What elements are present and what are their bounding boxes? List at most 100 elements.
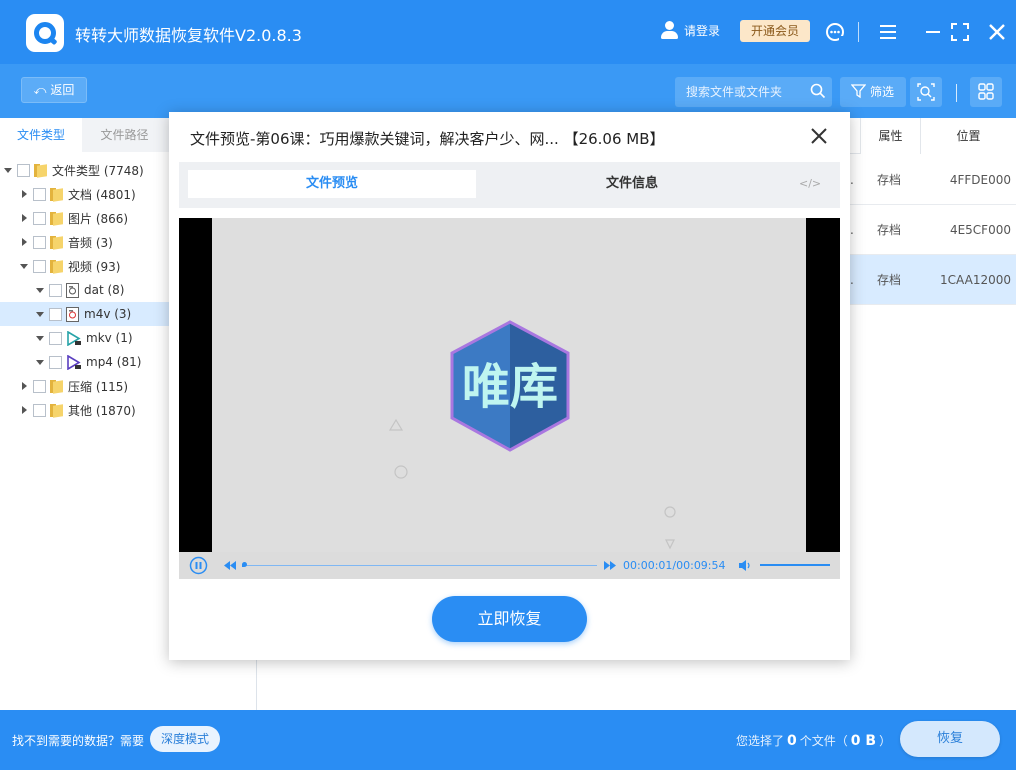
folder-icon bbox=[50, 379, 64, 394]
tree-item-label: 文件类型 (7748) bbox=[52, 163, 144, 178]
folder-icon bbox=[50, 403, 64, 418]
column-attr[interactable]: 属性 bbox=[860, 118, 920, 154]
cell-attr: 存档 bbox=[877, 223, 902, 237]
tree-item-label: 图片 (866) bbox=[68, 211, 129, 226]
vip-button[interactable]: 开通会员 bbox=[740, 20, 810, 42]
expand-right-icon[interactable] bbox=[19, 189, 29, 199]
video-frame: 唯库 bbox=[212, 218, 806, 552]
fast-forward-icon[interactable] bbox=[603, 560, 617, 571]
preview-tabs: 文件预览 文件信息 </> bbox=[179, 162, 840, 208]
tree-checkbox[interactable] bbox=[17, 163, 30, 177]
video-player[interactable]: 唯库 bbox=[179, 218, 840, 552]
folder-icon bbox=[50, 211, 64, 226]
preview-dialog: 文件预览-第06课：巧用爆款关键词，解决客户少、网... 【26.06 MB】 … bbox=[169, 112, 850, 660]
recover-now-button[interactable]: 立即恢复 bbox=[432, 596, 587, 642]
tab-file-type[interactable]: 文件类型 bbox=[0, 118, 82, 152]
time-display: 00:00:01/00:09:54 bbox=[623, 559, 726, 572]
scan-search-button[interactable] bbox=[910, 77, 942, 107]
tree-checkbox[interactable] bbox=[49, 307, 62, 321]
app-title: 转转大师数据恢复软件V2.0.8.3 bbox=[75, 26, 302, 45]
app-logo-icon bbox=[26, 14, 64, 52]
cell-location: 4FFDE000 bbox=[949, 173, 1011, 187]
login-label: 请登录 bbox=[684, 23, 721, 38]
expand-down-icon[interactable] bbox=[3, 165, 13, 175]
tab-file-preview[interactable]: 文件预览 bbox=[188, 170, 476, 198]
cell-attr: 存档 bbox=[877, 173, 902, 187]
search-input[interactable] bbox=[675, 77, 832, 107]
column-location[interactable]: 位置 bbox=[920, 118, 1016, 154]
progress-knob[interactable] bbox=[242, 562, 247, 567]
tree-item-label: 文档 (4801) bbox=[68, 187, 136, 202]
cell-location: 1CAA12000 bbox=[940, 273, 1011, 287]
volume-fill bbox=[760, 564, 830, 566]
watermark-text: 唯库 bbox=[462, 359, 558, 415]
cell-dot: . bbox=[850, 223, 854, 237]
cell-attr: 存档 bbox=[877, 273, 902, 287]
selected-size: 0 B bbox=[850, 733, 877, 749]
dialog-title: 文件预览-第06课：巧用爆款关键词，解决客户少、网... 【26.06 MB】 bbox=[190, 130, 665, 148]
maximize-icon[interactable] bbox=[949, 21, 971, 43]
tree-checkbox[interactable] bbox=[33, 235, 46, 249]
expand-down-icon[interactable] bbox=[19, 261, 29, 271]
expand-down-icon[interactable] bbox=[35, 309, 45, 319]
video-watermark-logo: 唯库 bbox=[388, 320, 676, 550]
scan-search-icon bbox=[917, 83, 935, 101]
close-icon[interactable] bbox=[986, 21, 1008, 43]
back-button[interactable]: ⤺ 返回 bbox=[21, 77, 87, 103]
selected-count: 0 bbox=[787, 733, 797, 749]
m4v-file-icon bbox=[66, 306, 79, 322]
code-view-icon[interactable]: </> bbox=[799, 170, 821, 198]
tab-file-info[interactable]: 文件信息 bbox=[488, 170, 776, 198]
folder-icon bbox=[34, 163, 48, 178]
volume-icon[interactable] bbox=[738, 559, 752, 572]
tree-checkbox[interactable] bbox=[49, 355, 62, 369]
tree-item-label: 压缩 (115) bbox=[68, 379, 129, 394]
pause-icon[interactable] bbox=[189, 556, 208, 575]
tree-item-label: m4v (3) bbox=[84, 307, 132, 321]
user-icon bbox=[660, 21, 678, 39]
expand-right-icon[interactable] bbox=[19, 213, 29, 223]
expand-down-icon[interactable] bbox=[35, 357, 45, 367]
selection-info: 您选择了 0 个文件（ 0 B） bbox=[736, 733, 892, 749]
tree-checkbox[interactable] bbox=[49, 331, 62, 345]
tree-checkbox[interactable] bbox=[33, 259, 46, 273]
cell-location: 4E5CF000 bbox=[949, 223, 1011, 237]
menu-icon[interactable] bbox=[877, 21, 899, 43]
folder-icon bbox=[50, 187, 64, 202]
customer-service-icon[interactable] bbox=[824, 21, 846, 43]
grid-view-button[interactable] bbox=[970, 77, 1002, 107]
tree-checkbox[interactable] bbox=[49, 283, 62, 297]
tree-checkbox[interactable] bbox=[33, 187, 46, 201]
grid-view-icon bbox=[978, 83, 994, 100]
deep-mode-button[interactable]: 深度模式 bbox=[150, 726, 220, 752]
login-button[interactable]: 请登录 bbox=[660, 21, 720, 39]
minimize-icon[interactable] bbox=[922, 21, 944, 43]
expand-right-icon[interactable] bbox=[19, 237, 29, 247]
expand-right-icon[interactable] bbox=[19, 381, 29, 391]
search-icon[interactable] bbox=[810, 83, 826, 99]
titlebar-separator bbox=[858, 22, 859, 42]
expand-down-icon[interactable] bbox=[35, 333, 45, 343]
back-arrow-icon: ⤺ bbox=[33, 83, 51, 97]
mkv-play-icon bbox=[66, 330, 81, 346]
dialog-close-icon[interactable] bbox=[809, 126, 829, 146]
recover-button[interactable]: 恢复 bbox=[900, 721, 1000, 757]
rewind-icon[interactable] bbox=[223, 560, 237, 571]
tree-item-label: mkv (1) bbox=[86, 331, 133, 345]
cell-dot: . bbox=[850, 173, 854, 187]
tree-checkbox[interactable] bbox=[33, 211, 46, 225]
mp4-play-icon bbox=[66, 354, 81, 370]
cell-dot: . bbox=[850, 273, 854, 287]
tree-item-label: 视频 (93) bbox=[68, 259, 121, 274]
dat-file-icon bbox=[66, 282, 79, 298]
expand-right-icon[interactable] bbox=[19, 405, 29, 415]
filter-button[interactable]: 筛选 bbox=[840, 77, 906, 107]
expand-down-icon[interactable] bbox=[35, 285, 45, 295]
bottom-bar: 找不到需要的数据？需要 深度模式 您选择了 0 个文件（ 0 B） 恢复 bbox=[0, 710, 1016, 770]
progress-track[interactable] bbox=[242, 565, 597, 566]
player-controls: 00:00:01/00:09:54 bbox=[179, 552, 840, 579]
folder-icon bbox=[50, 259, 64, 274]
bottom-hint: 找不到需要的数据？需要 bbox=[12, 734, 145, 748]
tree-checkbox[interactable] bbox=[33, 379, 46, 393]
tree-checkbox[interactable] bbox=[33, 403, 46, 417]
